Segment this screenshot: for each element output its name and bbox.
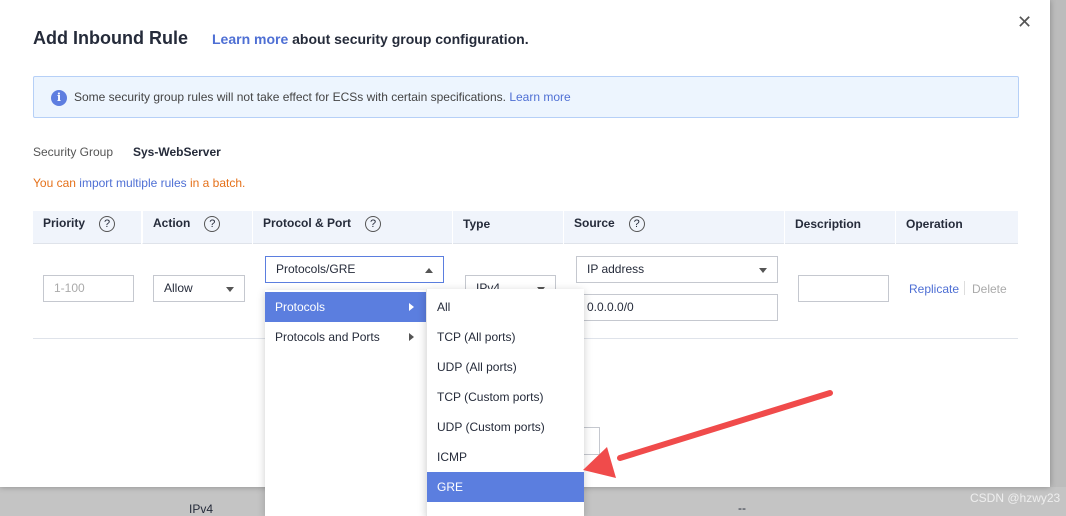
annotation-arrow-icon [583, 390, 833, 478]
